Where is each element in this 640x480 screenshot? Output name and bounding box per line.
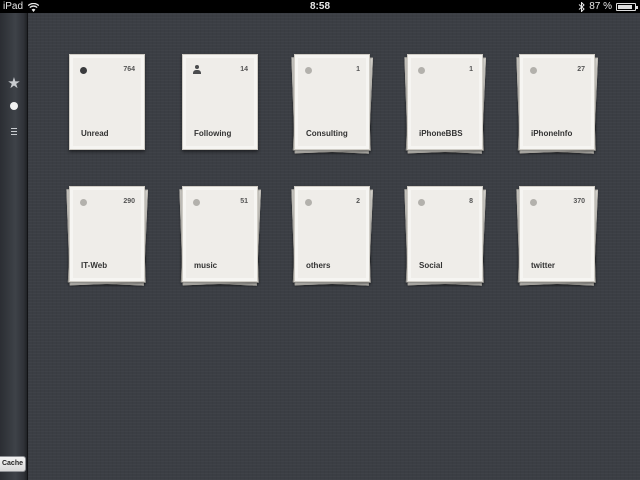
feed-label: iPhoneInfo — [531, 129, 573, 138]
feed-count: 1 — [356, 66, 360, 73]
feed-label: others — [306, 261, 331, 270]
battery-level — [618, 4, 632, 9]
card-face: 290 IT-Web — [69, 186, 145, 282]
battery-percent: 87 % — [589, 1, 612, 12]
dot-icon — [530, 67, 537, 74]
feed-count: 27 — [577, 66, 585, 73]
feed-card-iphoneinfo[interactable]: 27 iPhoneInfo — [516, 54, 598, 154]
dot-icon — [418, 67, 425, 74]
feed-count: 290 — [123, 198, 135, 205]
feed-count: 51 — [240, 198, 248, 205]
feed-card-twitter[interactable]: 370 twitter — [516, 186, 598, 286]
feed-count: 764 — [123, 66, 135, 73]
person-icon — [193, 65, 201, 74]
card-face: 370 twitter — [519, 186, 595, 282]
card-face: 14 Following — [182, 54, 258, 150]
feed-count: 1 — [469, 66, 473, 73]
dot-icon — [305, 199, 312, 206]
feed-card-others[interactable]: 2 others — [291, 186, 373, 286]
sidebar: ★ Cache — [0, 13, 28, 480]
feed-label: Social — [419, 261, 443, 270]
feed-label: iPhoneBBS — [419, 129, 463, 138]
feed-card-music[interactable]: 51 music — [179, 186, 261, 286]
list-icon[interactable] — [0, 121, 28, 141]
battery-icon — [616, 2, 638, 11]
card-face: 27 iPhoneInfo — [519, 54, 595, 150]
card-face: 51 music — [182, 186, 258, 282]
status-bar-right: 87 % — [578, 0, 638, 13]
bluetooth-icon — [578, 1, 585, 12]
feed-count: 14 — [240, 66, 248, 73]
feed-label: Consulting — [306, 129, 348, 138]
card-face: 764 Unread — [69, 54, 145, 150]
feed-card-following[interactable]: 14 Following — [182, 54, 258, 150]
clock: 8:58 — [309, 1, 330, 12]
feed-count: 370 — [573, 198, 585, 205]
feed-card-unread[interactable]: 764 Unread — [69, 54, 145, 150]
unread-dot-icon — [80, 67, 87, 74]
circle-icon[interactable] — [0, 96, 28, 116]
feed-label: Following — [194, 129, 232, 138]
card-face: 2 others — [294, 186, 370, 282]
star-icon[interactable]: ★ — [0, 73, 28, 93]
status-bar: iPad 8:58 87 % — [0, 0, 640, 13]
dot-icon — [305, 67, 312, 74]
card-face: 8 Social — [407, 186, 483, 282]
feed-label: twitter — [531, 261, 555, 270]
feed-grid: 764 Unread 14 Following 1 Consulting 1 iPhoneBB… — [28, 13, 640, 480]
feed-label: Unread — [81, 129, 109, 138]
feed-card-it-web[interactable]: 290 IT-Web — [66, 186, 148, 286]
feed-count: 2 — [356, 198, 360, 205]
feed-card-social[interactable]: 8 Social — [404, 186, 486, 286]
card-face: 1 iPhoneBBS — [407, 54, 483, 150]
feed-card-consulting[interactable]: 1 Consulting — [291, 54, 373, 154]
card-face: 1 Consulting — [294, 54, 370, 150]
cache-button[interactable]: Cache — [0, 456, 26, 472]
feed-card-iphonebbs[interactable]: 1 iPhoneBBS — [404, 54, 486, 154]
feed-count: 8 — [469, 198, 473, 205]
dot-icon — [530, 199, 537, 206]
feed-label: IT-Web — [81, 261, 108, 270]
dot-icon — [80, 199, 87, 206]
dot-icon — [418, 199, 425, 206]
dot-icon — [193, 199, 200, 206]
feed-label: music — [194, 261, 218, 270]
